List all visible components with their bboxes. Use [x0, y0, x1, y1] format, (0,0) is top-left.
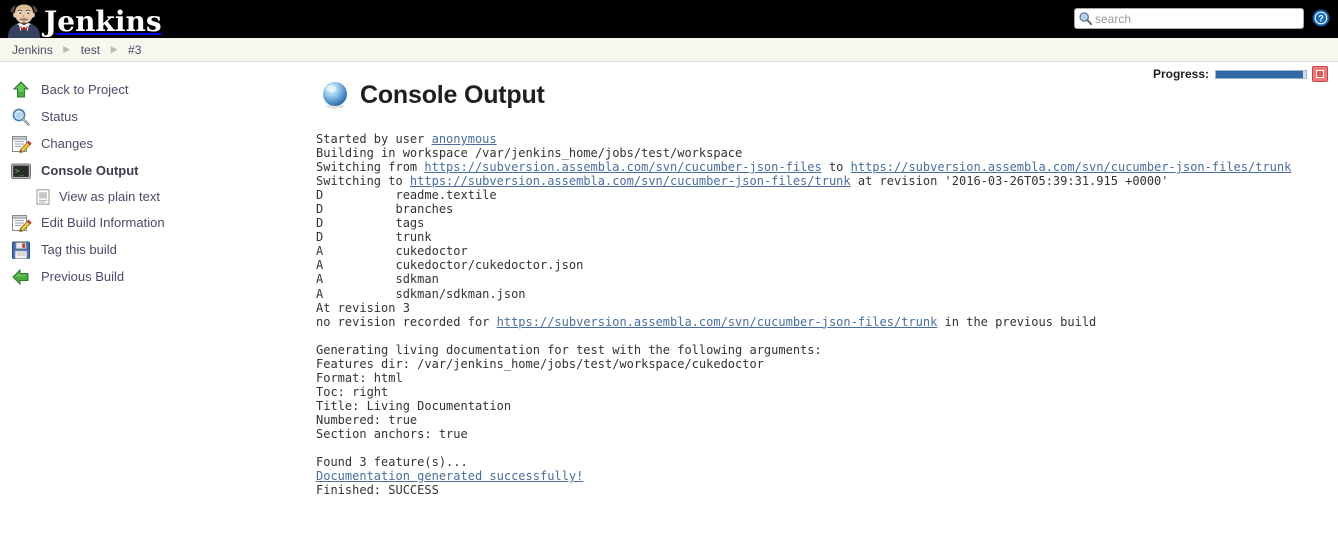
sidebar-item-tag-this-build[interactable]: Tag this build [0, 236, 312, 263]
page-title: Console Output [312, 80, 1338, 110]
sidebar-item-label[interactable]: Edit Build Information [41, 215, 165, 230]
console-link[interactable]: anonymous [432, 132, 497, 146]
breadcrumb-separator-icon: ▶ [63, 44, 71, 54]
breadcrumb-item-build[interactable]: #3 [124, 43, 145, 57]
page-title-text: Console Output [360, 80, 545, 109]
progress-bar [1215, 69, 1307, 79]
jenkins-home-link[interactable]: Jenkins [6, 0, 162, 38]
terminal-icon: >_ [10, 160, 32, 182]
svg-text:?: ? [1318, 14, 1324, 24]
sidebar-item-back-to-project[interactable]: Back to Project [0, 76, 312, 103]
sidebar-item-label[interactable]: Back to Project [41, 82, 128, 97]
left-arrow-icon [10, 266, 32, 288]
sidebar-item-label[interactable]: Console Output [41, 163, 139, 178]
notepad-pencil-icon [10, 212, 32, 234]
console-link[interactable]: https://subversion.assembla.com/svn/cucu… [497, 315, 938, 329]
top-navigation-bar: Jenkins ? [0, 0, 1338, 38]
breadcrumb-item-test[interactable]: test [77, 43, 104, 57]
notepad-pencil-icon [10, 133, 32, 155]
page-body: Back to Project Status Changes >_ Consol… [0, 62, 1338, 552]
blue-build-ball-icon [320, 80, 350, 110]
magnifier-icon [10, 106, 32, 128]
sidebar-item-previous-build[interactable]: Previous Build [0, 263, 312, 290]
stop-build-square [1316, 70, 1324, 78]
sidebar-item-label[interactable]: Previous Build [41, 269, 124, 284]
sidebar-item-edit-build-information[interactable]: Edit Build Information [0, 209, 312, 236]
breadcrumb-separator-icon: ▶ [110, 44, 118, 54]
sidebar-item-label[interactable]: Tag this build [41, 242, 117, 257]
search-box[interactable] [1074, 8, 1304, 29]
sidebar-item-view-as-plain-text[interactable]: View as plain text [0, 184, 312, 209]
up-arrow-icon [10, 79, 32, 101]
sidebar-item-status[interactable]: Status [0, 103, 312, 130]
jenkins-butler-logo-icon [6, 2, 42, 38]
sidebar: Back to Project Status Changes >_ Consol… [0, 62, 312, 552]
sidebar-item-label[interactable]: Status [41, 109, 78, 124]
stop-build-icon[interactable] [1312, 66, 1328, 82]
build-progress: Progress: [1153, 66, 1328, 82]
console-output-text: Started by user anonymous Building in wo… [316, 132, 1292, 498]
console-link[interactable]: https://subversion.assembla.com/svn/cucu… [424, 160, 821, 174]
main-content: Progress: Console Output Started by user… [312, 62, 1338, 552]
console-link[interactable]: https://subversion.assembla.com/svn/cucu… [851, 160, 1292, 174]
brand-title: Jenkins [44, 5, 162, 38]
progress-label: Progress: [1152, 67, 1209, 81]
help-circle-icon[interactable]: ? [1312, 9, 1330, 27]
sidebar-item-label[interactable]: View as plain text [59, 189, 160, 204]
document-icon [34, 188, 52, 206]
console-link[interactable]: Documentation generated successfully! [316, 469, 583, 483]
search-icon [1078, 11, 1093, 26]
sidebar-item-console-output[interactable]: >_ Console Output [0, 157, 312, 184]
svg-text:>_: >_ [15, 166, 25, 175]
sidebar-item-changes[interactable]: Changes [0, 130, 312, 157]
sidebar-item-label[interactable]: Changes [41, 136, 93, 151]
breadcrumb-item-jenkins[interactable]: Jenkins [8, 43, 57, 57]
breadcrumb: Jenkins ▶ test ▶ #3 [0, 38, 1338, 62]
search-input[interactable] [1093, 11, 1293, 26]
console-link[interactable]: https://subversion.assembla.com/svn/cucu… [410, 174, 851, 188]
floppy-disk-icon [10, 239, 32, 261]
progress-bar-fill [1216, 70, 1304, 78]
